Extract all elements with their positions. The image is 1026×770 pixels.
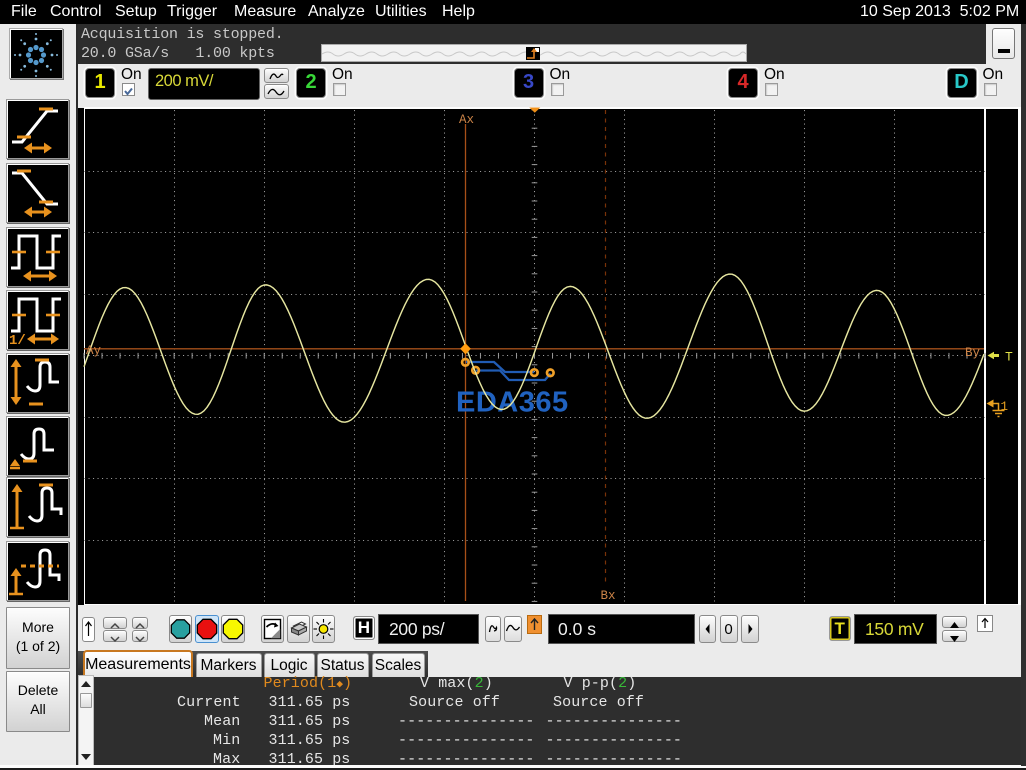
svg-text:By: By — [965, 346, 981, 360]
svg-text:Ax: Ax — [459, 113, 474, 127]
svg-text:Bx: Bx — [601, 589, 616, 603]
svg-text:T: T — [1005, 350, 1013, 365]
svg-text:1: 1 — [1001, 400, 1009, 414]
svg-text:Ay: Ay — [86, 344, 102, 358]
